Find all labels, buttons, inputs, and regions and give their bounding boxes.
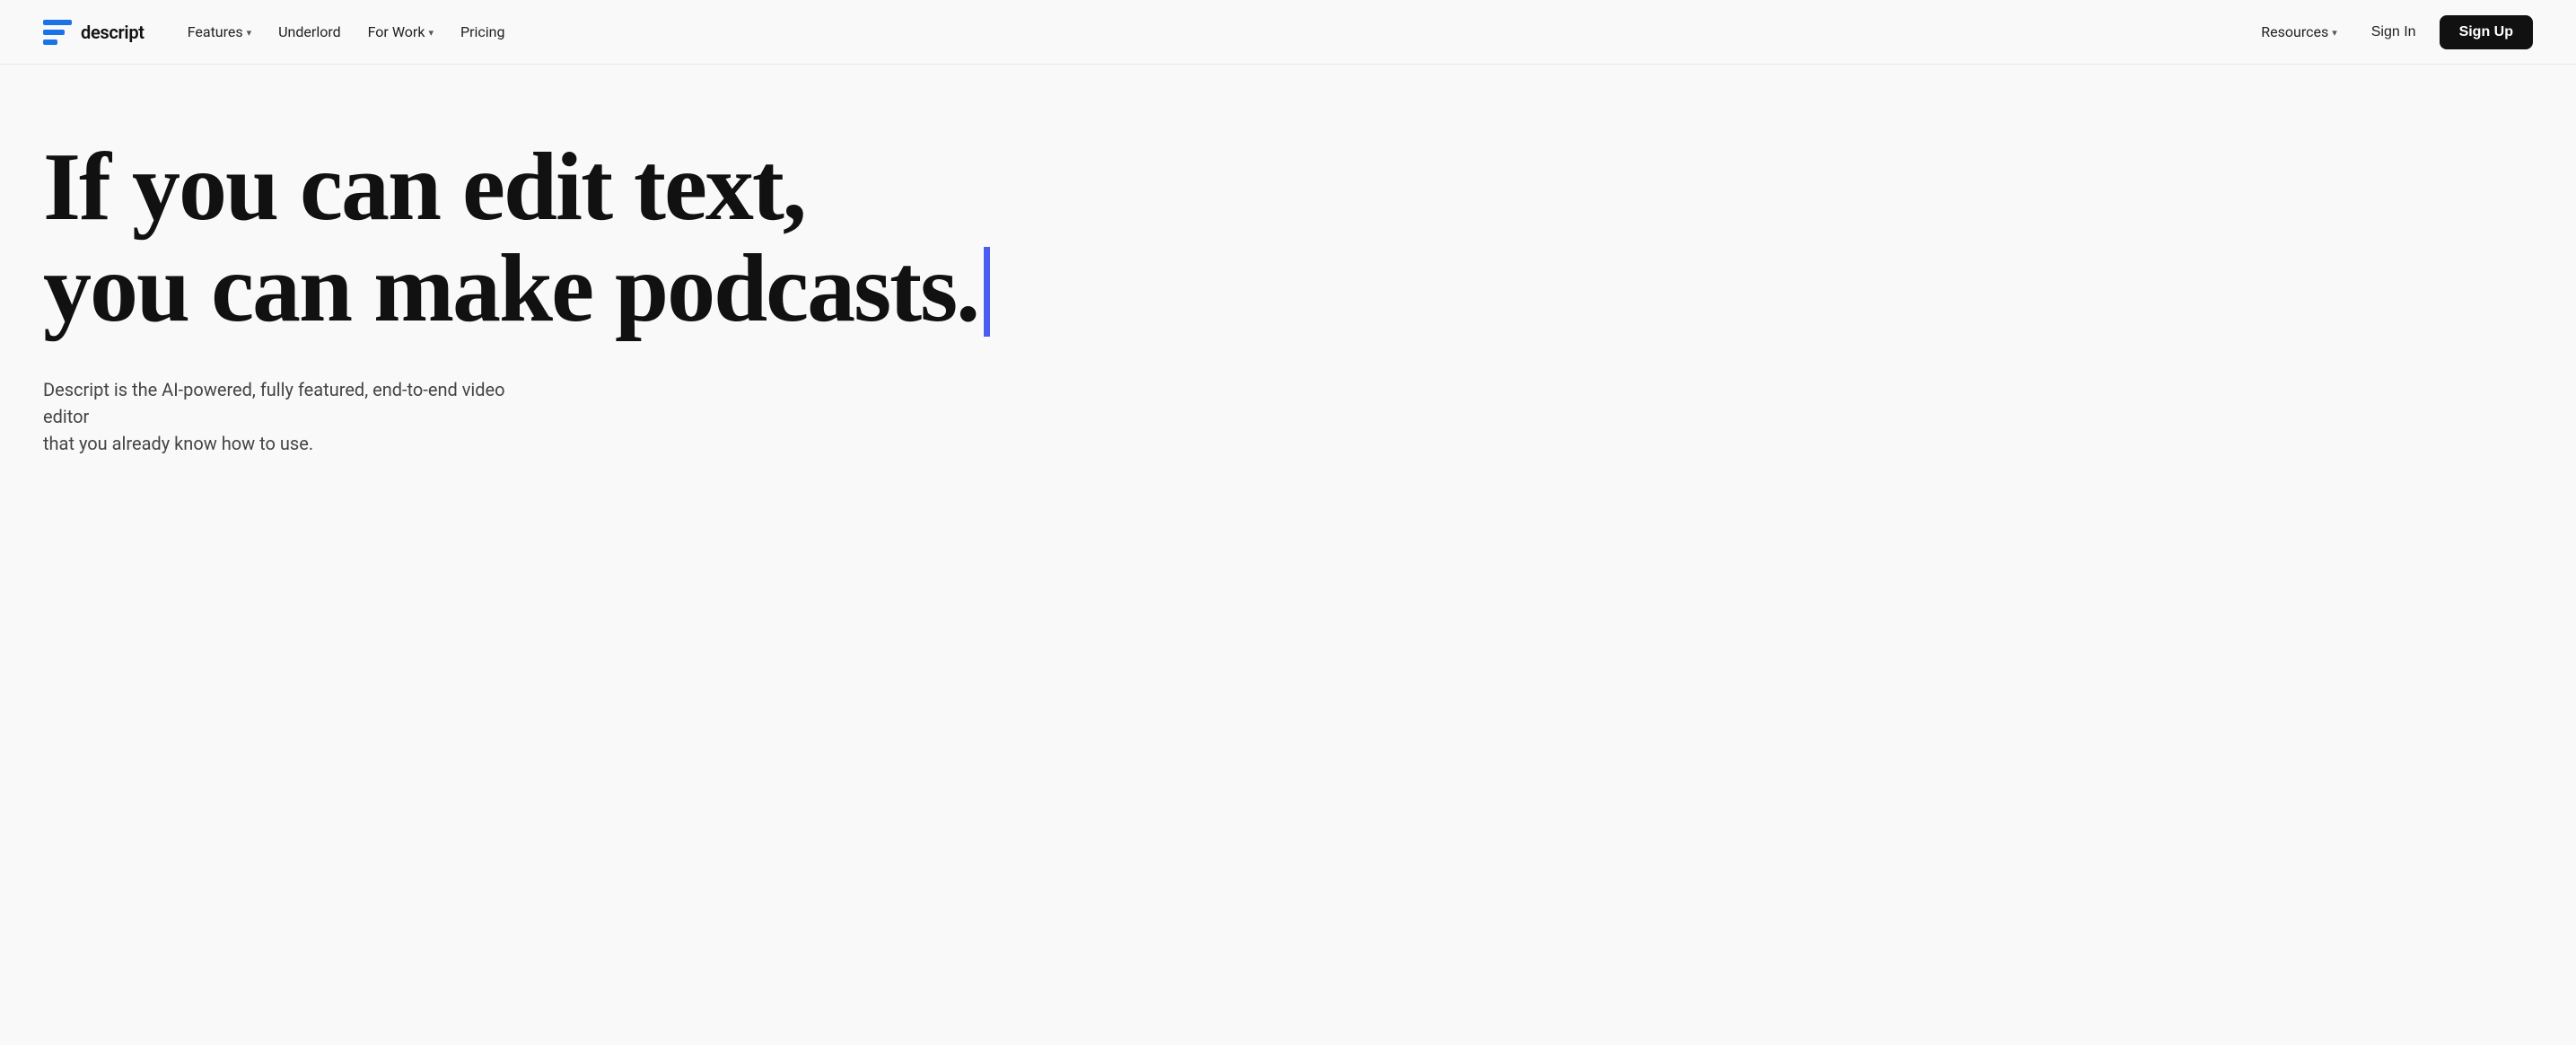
logo[interactable]: descript [43,20,145,45]
nav-left: descript Features ▾ Underlord For Work ▾… [43,16,515,48]
chevron-down-icon: ▾ [247,27,252,39]
sign-in-button[interactable]: Sign In [2355,17,2432,48]
main-nav: descript Features ▾ Underlord For Work ▾… [0,0,2576,65]
headline-line-1: If you can edit text, [43,136,1214,238]
text-cursor [984,247,990,337]
headline-line-2-text: you can make podcasts. [43,238,978,339]
sign-up-button[interactable]: Sign Up [2440,15,2533,49]
nav-item-features-label: Features [188,23,243,40]
nav-item-resources-label: Resources [2261,23,2328,40]
nav-item-for-work-label: For Work [368,23,425,40]
chevron-down-icon-3: ▾ [2332,27,2337,39]
headline-line-2: you can make podcasts. [43,238,1214,339]
chevron-down-icon-2: ▾ [428,27,434,39]
hero-subtext: Descript is the AI-powered, fully featur… [43,376,510,457]
nav-item-for-work[interactable]: For Work ▾ [357,16,444,48]
descript-logo-icon [43,20,72,45]
nav-item-pricing[interactable]: Pricing [450,16,516,48]
nav-item-resources[interactable]: Resources ▾ [2250,16,2347,48]
nav-item-pricing-label: Pricing [460,23,505,40]
nav-items: Features ▾ Underlord For Work ▾ Pricing [177,16,516,48]
nav-item-features[interactable]: Features ▾ [177,16,262,48]
hero-subtext-line1: Descript is the AI-powered, fully featur… [43,379,505,427]
nav-item-underlord-label: Underlord [278,23,340,40]
hero-headline: If you can edit text, you can make podca… [43,136,1214,340]
hero-subtext-line2: that you already know how to use. [43,433,313,454]
hero-section: If you can edit text, you can make podca… [0,65,1257,511]
logo-text: descript [81,22,145,43]
nav-right: Resources ▾ Sign In Sign Up [2250,15,2533,49]
nav-item-underlord[interactable]: Underlord [267,16,351,48]
